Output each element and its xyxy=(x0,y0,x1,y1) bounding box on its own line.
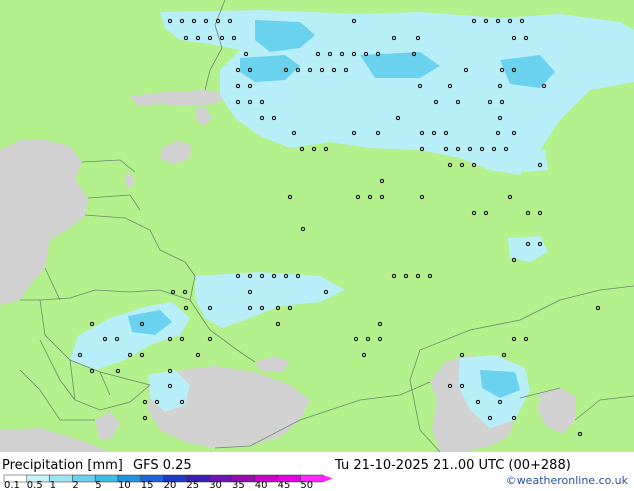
legend-tick-label: 45 xyxy=(277,480,291,491)
legend-tick-label: 0.5 xyxy=(26,480,43,491)
legend-arrow xyxy=(323,475,332,482)
legend-tick-label: 10 xyxy=(118,480,131,491)
legend-tick-label: 35 xyxy=(232,480,245,491)
legend-tick-label: 0.1 xyxy=(4,480,20,491)
legend-tick-label: 5 xyxy=(95,480,102,491)
legend-tick-label: 25 xyxy=(186,480,200,491)
legend-tick-label: 2 xyxy=(72,480,79,491)
legend-tick-label: 30 xyxy=(209,480,222,491)
legend-tick-label: 1 xyxy=(49,480,56,491)
legend-tick-label: 50 xyxy=(300,480,314,491)
precipitation-map xyxy=(0,0,634,452)
legend-tick-label: 15 xyxy=(140,480,154,491)
valid-time: Tu 21-10-2025 21..00 UTC (00+288) xyxy=(335,458,571,473)
legend-tick-label: 40 xyxy=(254,480,268,491)
model-name: GFS 0.25 xyxy=(133,458,192,473)
product-name: Precipitation [mm] xyxy=(2,458,123,473)
legend-tick-label: 20 xyxy=(163,480,177,491)
product-title: Precipitation [mm] GFS 0.25 xyxy=(2,458,192,473)
credit-link[interactable]: ©weatheronline.co.uk xyxy=(506,474,628,487)
